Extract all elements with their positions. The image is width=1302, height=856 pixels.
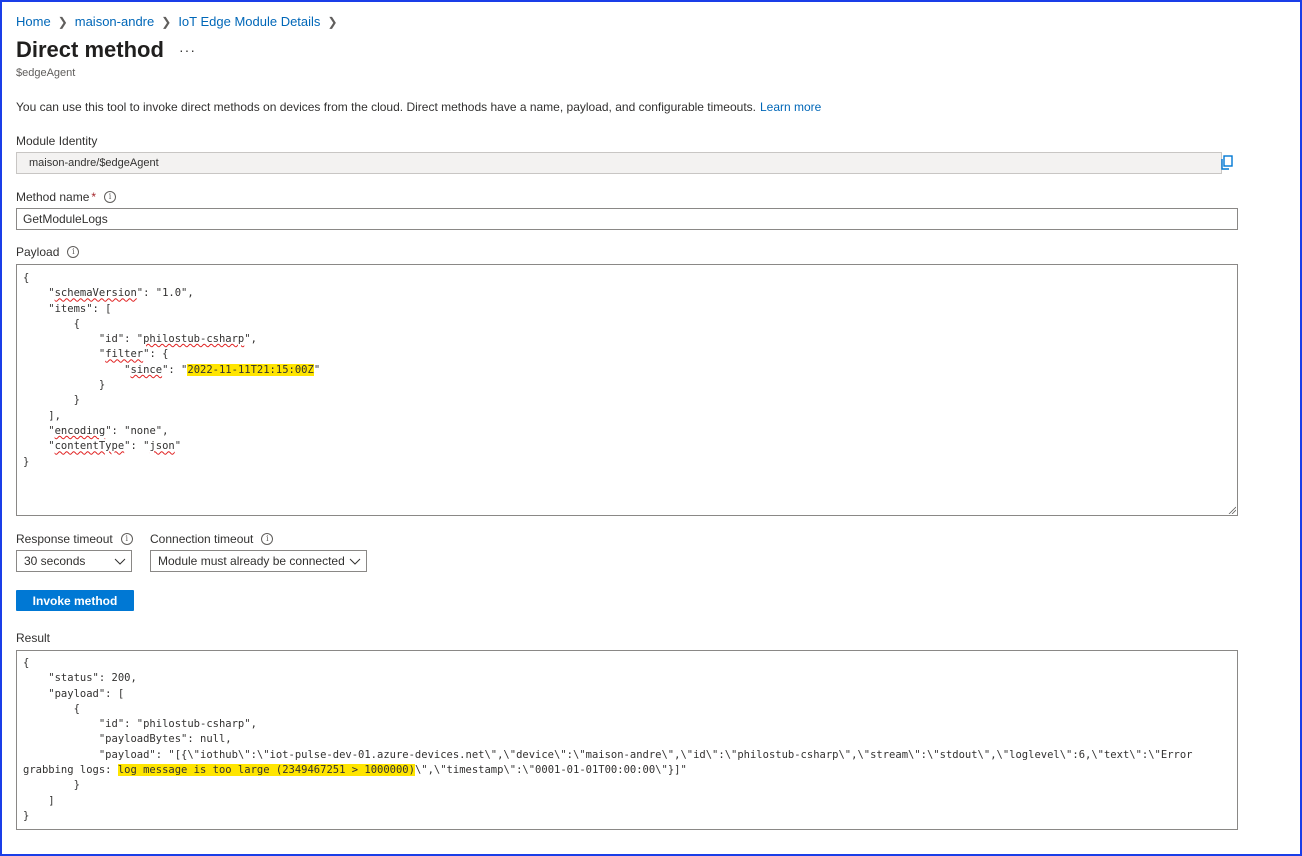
breadcrumb-module-details[interactable]: IoT Edge Module Details xyxy=(178,14,320,29)
resize-grip-icon[interactable] xyxy=(1228,506,1236,514)
code-line: "payload": "[{\"iothub\":\"iot-pulse-dev… xyxy=(23,748,1193,761)
code-line: { xyxy=(23,657,30,669)
code-line: ] xyxy=(23,794,55,807)
result-label-text: Result xyxy=(16,631,51,645)
code-line: "schemaVersion": "1.0", xyxy=(23,287,194,300)
code-line: "id": "philostub-csharp", xyxy=(23,333,257,346)
chevron-right-icon: ❯ xyxy=(327,14,338,29)
code-line: "payloadBytes": null, xyxy=(23,733,232,746)
payload-label-text: Payload xyxy=(16,245,60,259)
code-line: "filter": { xyxy=(23,348,169,361)
module-identity-label: Module Identity xyxy=(16,134,97,148)
chevron-right-icon: ❯ xyxy=(161,14,172,29)
module-identity-label-text: Module Identity xyxy=(16,134,98,148)
required-marker: * xyxy=(91,190,97,204)
code-line: } xyxy=(23,809,30,822)
code-line: { xyxy=(23,702,80,715)
code-line: "id": "philostub-csharp", xyxy=(23,718,257,731)
method-name-label-text: Method name xyxy=(16,190,90,204)
breadcrumb-home[interactable]: Home xyxy=(16,14,51,29)
code-line: } xyxy=(23,455,30,468)
code-line: } xyxy=(23,379,106,392)
code-line: { xyxy=(23,317,80,330)
learn-more-link[interactable]: Learn more xyxy=(760,100,821,114)
code-line: } xyxy=(23,394,80,407)
code-line: } xyxy=(23,779,80,792)
code-line: "payload": [ xyxy=(23,687,125,700)
more-options-button[interactable]: ··· xyxy=(179,42,196,58)
code-line: ], xyxy=(23,409,61,422)
chevron-down-icon xyxy=(349,558,361,565)
info-icon[interactable]: i xyxy=(261,533,274,545)
copy-icon[interactable] xyxy=(1220,155,1234,171)
chevron-right-icon: ❯ xyxy=(57,14,68,29)
info-icon[interactable]: i xyxy=(120,533,133,545)
connection-timeout-dropdown[interactable]: Module must already be connected xyxy=(150,550,367,572)
response-timeout-label-text: Response timeout xyxy=(16,532,113,546)
code-line: "contentType": "json" xyxy=(23,440,182,453)
info-icon[interactable]: i xyxy=(67,246,80,258)
invoke-method-button[interactable]: Invoke method xyxy=(16,590,134,611)
response-timeout-dropdown[interactable]: 30 seconds xyxy=(16,550,132,572)
code-line: grabbing logs: log message is too large … xyxy=(23,764,687,777)
breadcrumb: Home ❯ maison-andre ❯ IoT Edge Module De… xyxy=(16,14,345,29)
chevron-down-icon xyxy=(114,558,126,565)
code-line: "status": 200, xyxy=(23,672,137,685)
page-description: You can use this tool to invoke direct m… xyxy=(16,100,821,114)
description-text: You can use this tool to invoke direct m… xyxy=(16,100,756,114)
connection-timeout-label: Connection timeout i xyxy=(150,532,274,546)
connection-timeout-value: Module must already be connected xyxy=(158,554,345,568)
payload-label: Payload i xyxy=(16,245,80,259)
result-output[interactable]: { "status": 200, "payload": [ { "id": "p… xyxy=(16,650,1238,830)
payload-editor[interactable]: { "schemaVersion": "1.0", "items": [ { "… xyxy=(16,264,1238,516)
code-line: "since": "2022-11-11T21:15:00Z" xyxy=(23,363,321,376)
method-name-input[interactable]: GetModuleLogs xyxy=(16,208,1238,230)
connection-timeout-label-text: Connection timeout xyxy=(150,532,254,546)
result-label: Result xyxy=(16,631,50,645)
window-frame: Home ❯ maison-andre ❯ IoT Edge Module De… xyxy=(0,0,1302,856)
code-line: "items": [ xyxy=(23,302,112,315)
module-identity-field[interactable]: maison-andre/$edgeAgent xyxy=(16,152,1222,174)
code-line: { xyxy=(23,272,30,284)
method-name-label: Method name * i xyxy=(16,190,117,204)
page-title: Direct method xyxy=(16,37,164,62)
breadcrumb-device[interactable]: maison-andre xyxy=(75,14,155,29)
page-subtitle: $edgeAgent xyxy=(16,67,76,79)
info-icon[interactable]: i xyxy=(104,191,117,203)
response-timeout-label: Response timeout i xyxy=(16,532,133,546)
response-timeout-value: 30 seconds xyxy=(24,554,86,568)
code-line: "encoding": "none", xyxy=(23,424,169,437)
